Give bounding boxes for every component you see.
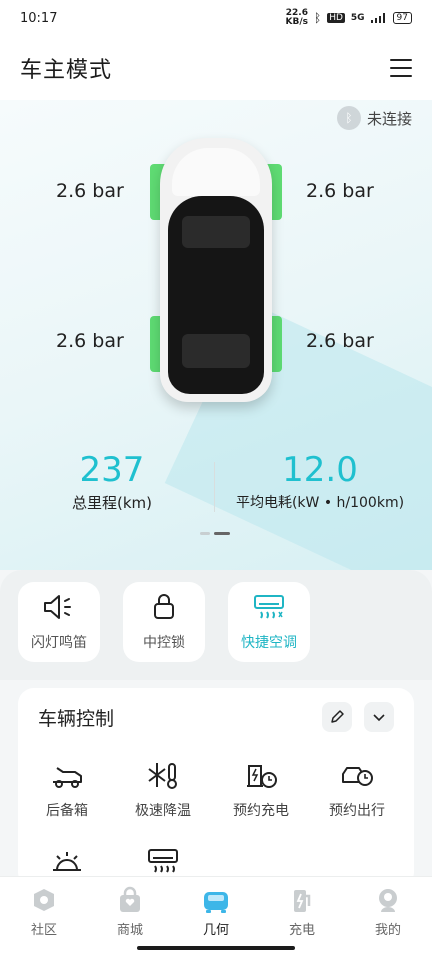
central-lock-button[interactable]: 中控锁 [123, 582, 205, 662]
chevron-down-icon [373, 714, 385, 722]
vehicle-status-panel: ᛒ 未连接 2.6 bar 2.6 bar 2.6 bar 2.6 bar 23… [0, 100, 432, 570]
tab-geometry-label: 几何 [202, 923, 229, 938]
mileage-label: 总里程(km) [71, 494, 152, 512]
driving-stats: 237 总里程(km) 12.0 平均电耗(kW • h/100km) [0, 450, 432, 530]
scheduled-trip-control[interactable]: 预约出行 [312, 758, 402, 820]
page-title: 车主模式 [20, 58, 113, 83]
mileage-value: 237 [79, 450, 145, 490]
shop-icon [120, 886, 140, 912]
pager-dots [200, 532, 230, 535]
car-top-view [146, 138, 286, 404]
car-icon [204, 892, 228, 913]
scheduled-charge-label: 预约充电 [233, 803, 289, 819]
expand-button[interactable] [364, 702, 394, 732]
tire-pressure-front-left: 2.6 bar [56, 180, 124, 202]
tire-pressure-rear-left: 2.6 bar [56, 330, 124, 352]
quick-actions: 闪灯鸣笛 中控锁 快捷空调 [0, 570, 432, 680]
air-heater-icon [148, 849, 178, 873]
flash-horn-button[interactable]: 闪灯鸣笛 [18, 582, 100, 662]
air-conditioner-icon [254, 595, 284, 619]
pencil-icon [331, 710, 344, 723]
status-icons: 22.6 KB/s ᛒ HD 5G 97 [285, 9, 412, 27]
central-lock-label: 中控锁 [143, 635, 185, 651]
tab-profile[interactable]: 我的 [358, 885, 418, 938]
pager-dot [200, 532, 210, 535]
signal-icon [370, 13, 385, 23]
edit-button[interactable] [322, 702, 352, 732]
status-time: 10:17 [20, 10, 58, 26]
sunrise-icon [53, 852, 81, 871]
stats-divider [214, 462, 215, 512]
trunk-label: 后备箱 [46, 803, 88, 819]
tire-pressure-front-right: 2.6 bar [306, 180, 374, 202]
tire-pressure-rear-right: 2.6 bar [306, 330, 374, 352]
rapid-cool-label: 极速降温 [135, 803, 191, 819]
vehicle-control-title: 车辆控制 [38, 708, 115, 730]
battery-icon: 97 [392, 12, 412, 24]
car-roof [168, 196, 264, 394]
scheduled-trip-icon [342, 767, 373, 786]
consumption-value: 12.0 [282, 450, 358, 490]
app-header: 车主模式 [0, 36, 432, 100]
tab-geometry[interactable]: 几何 [186, 885, 246, 938]
status-bar: 10:17 22.6 KB/s ᛒ HD 5G 97 [0, 0, 432, 36]
home-indicator[interactable] [137, 946, 295, 950]
tab-charging[interactable]: 充电 [272, 885, 332, 938]
network-type: 5G [350, 13, 365, 23]
tab-profile-label: 我的 [374, 923, 401, 938]
vehicle-control-card: 车辆控制 后备箱 极速降温 预约充电 预约出行 [18, 688, 414, 888]
bluetooth-status-icon: ᛒ [313, 11, 322, 25]
sunshade-control[interactable] [22, 844, 112, 878]
bluetooth-connection-badge[interactable]: ᛒ 未连接 [336, 106, 412, 130]
tab-community-label: 社区 [30, 923, 57, 938]
car-rear-window [182, 334, 250, 368]
battery-level: 97 [396, 13, 408, 23]
bluetooth-status: 未连接 [366, 109, 412, 128]
rapid-cool-control[interactable]: 极速降温 [118, 758, 208, 820]
quick-ac-button[interactable]: 快捷空调 [228, 582, 310, 662]
lock-icon [154, 594, 174, 619]
trunk-icon [53, 767, 82, 788]
charging-icon [294, 890, 311, 912]
scheduled-trip-label: 预约出行 [329, 803, 385, 819]
menu-icon[interactable] [390, 59, 412, 77]
consumption-label: 平均电耗(kW • h/100km) [235, 495, 405, 511]
ac-heat-control[interactable] [118, 844, 208, 878]
consumption-stat: 12.0 平均电耗(kW • h/100km) [222, 450, 418, 512]
tab-charging-label: 充电 [288, 923, 315, 938]
tab-community[interactable]: 社区 [14, 885, 74, 938]
profile-icon [379, 889, 397, 912]
hd-icon: HD [327, 13, 345, 23]
net-speed-unit: KB/s [285, 17, 308, 27]
snowflake-thermometer-icon [148, 763, 177, 789]
pager-dot-active [214, 532, 230, 535]
car-body [160, 138, 272, 402]
community-icon [34, 889, 54, 911]
trunk-control[interactable]: 后备箱 [22, 758, 112, 820]
scheduled-charge-control[interactable]: 预约充电 [216, 758, 306, 820]
scheduled-charge-icon [247, 765, 277, 788]
car-windshield [182, 216, 250, 248]
car-hood [172, 148, 260, 196]
flash-horn-label: 闪灯鸣笛 [31, 635, 87, 651]
speaker-horn-icon [44, 595, 71, 619]
quick-ac-label: 快捷空调 [241, 635, 297, 651]
mileage-stat: 237 总里程(km) [60, 450, 164, 513]
bluetooth-icon: ᛒ [336, 106, 361, 130]
tab-shop-label: 商城 [116, 923, 143, 938]
tab-shop[interactable]: 商城 [100, 885, 160, 938]
